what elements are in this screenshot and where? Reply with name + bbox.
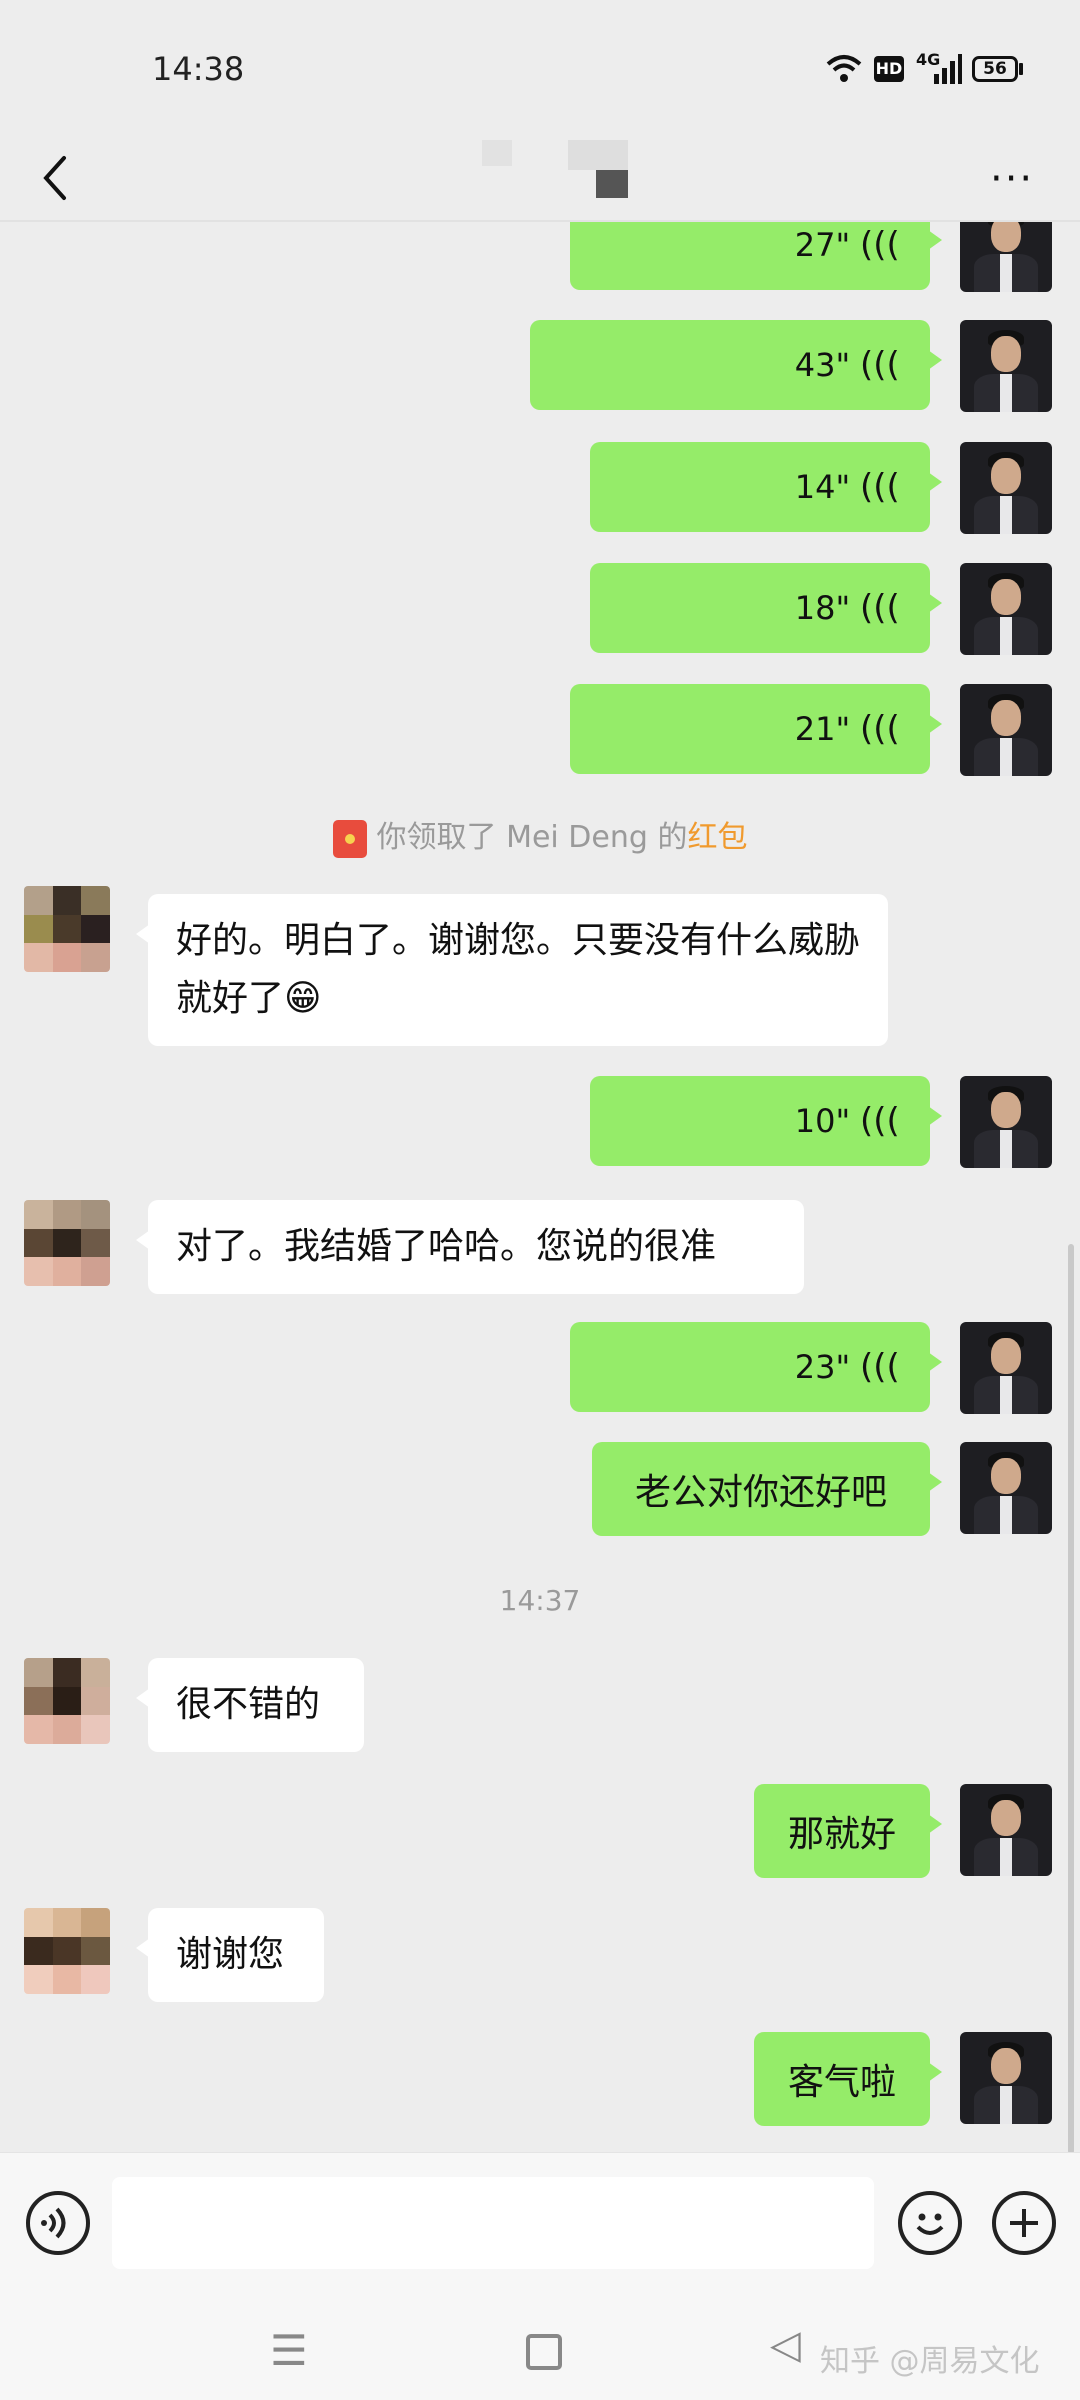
plus-icon[interactable] xyxy=(992,2191,1056,2255)
voice-input-icon[interactable] xyxy=(26,2191,90,2255)
avatar-self[interactable] xyxy=(960,1784,1052,1876)
message-row: 23"))) xyxy=(0,1322,1080,1414)
red-packet-notice: 你领取了 Mei Deng 的红包 xyxy=(0,812,1080,858)
system-nav-bar: ☰ ◁ 知乎 @周易文化 xyxy=(0,2302,1080,2400)
avatar-self[interactable] xyxy=(960,222,1052,292)
message-row: 18"))) xyxy=(0,563,1080,655)
avatar-contact[interactable] xyxy=(24,1200,110,1286)
message-row: 很不错的 xyxy=(0,1658,1080,1754)
voice-message-bubble[interactable]: 21"))) xyxy=(570,684,942,774)
notice-text: 你领取了 Mei Deng 的 xyxy=(376,820,688,855)
avatar-self[interactable] xyxy=(960,563,1052,655)
text-message-bubble[interactable]: 客气啦 xyxy=(754,2032,942,2126)
voice-wave-icon: ))) xyxy=(860,467,900,507)
message-row: 客气啦 xyxy=(0,2032,1080,2128)
text-message-bubble[interactable]: 很不错的 xyxy=(136,1658,364,1752)
voice-wave-icon: ))) xyxy=(860,345,900,385)
text-message-bubble[interactable]: 那就好 xyxy=(754,1784,942,1878)
voice-duration: 14" xyxy=(794,468,851,506)
avatar-self[interactable] xyxy=(960,442,1052,534)
message-row: 27"))) xyxy=(0,222,1080,292)
voice-wave-icon: ))) xyxy=(860,1101,900,1141)
message-row: 对了。我结婚了哈哈。您说的很准 xyxy=(0,1200,1080,1296)
avatar-contact[interactable] xyxy=(24,1908,110,1994)
battery-icon: 56 xyxy=(972,56,1018,82)
status-time: 14:38 xyxy=(152,50,245,88)
menu-icon[interactable]: ☰ xyxy=(270,2326,308,2375)
text-message-bubble[interactable]: 谢谢您 xyxy=(136,1908,324,2002)
voice-duration: 10" xyxy=(794,1102,851,1140)
timestamp: 14:37 xyxy=(499,1584,581,1617)
avatar-self[interactable] xyxy=(960,1076,1052,1168)
text-message-bubble[interactable]: 老公对你还好吧 xyxy=(592,1442,942,1536)
chat-title-blurred xyxy=(596,170,628,198)
chat-title-blurred xyxy=(482,140,512,166)
message-row: 10"))) xyxy=(0,1076,1080,1168)
voice-wave-icon: ))) xyxy=(860,588,900,628)
message-row: 那就好 xyxy=(0,1784,1080,1880)
chat-header: ··· xyxy=(0,140,1080,222)
voice-duration: 21" xyxy=(794,710,851,748)
avatar-self[interactable] xyxy=(960,1442,1052,1534)
voice-wave-icon: ))) xyxy=(860,225,900,265)
voice-wave-icon: ))) xyxy=(860,1347,900,1387)
home-icon[interactable] xyxy=(526,2334,562,2370)
chat-messages[interactable]: 27"))) 43"))) 14"))) 18"))) 21"))) 你领取了 … xyxy=(0,222,1080,2152)
voice-message-bubble[interactable]: 18"))) xyxy=(590,563,942,653)
text-message-bubble[interactable]: 对了。我结婚了哈哈。您说的很准 xyxy=(136,1200,804,1294)
battery-tip xyxy=(1019,63,1023,75)
message-input[interactable] xyxy=(112,2177,874,2269)
back-triangle-icon[interactable]: ◁ xyxy=(770,2322,801,2368)
emoji-icon[interactable] xyxy=(898,2191,962,2255)
avatar-self[interactable] xyxy=(960,320,1052,412)
voice-duration: 18" xyxy=(794,589,851,627)
input-bar xyxy=(0,2152,1080,2303)
avatar-contact[interactable] xyxy=(24,886,110,972)
signal-icon xyxy=(934,54,962,84)
avatar-self[interactable] xyxy=(960,684,1052,776)
avatar-contact[interactable] xyxy=(24,1658,110,1744)
voice-message-bubble[interactable]: 43"))) xyxy=(530,320,942,410)
red-packet-icon xyxy=(332,819,367,858)
voice-message-bubble[interactable]: 27"))) xyxy=(570,222,942,290)
voice-message-bubble[interactable]: 23"))) xyxy=(570,1322,942,1412)
more-dots-icon[interactable]: ··· xyxy=(990,156,1034,202)
voice-duration: 23" xyxy=(794,1348,851,1386)
voice-message-bubble[interactable]: 10"))) xyxy=(590,1076,942,1166)
message-row: 谢谢您 xyxy=(0,1908,1080,2004)
message-row: 好的。明白了。谢谢您。只要没有什么威胁就好了😁 xyxy=(0,886,1080,1046)
status-bar: 14:38 HD 4G 56 xyxy=(0,0,1080,140)
voice-duration: 27" xyxy=(794,226,851,264)
red-packet-link[interactable]: 红包 xyxy=(687,820,747,855)
avatar-self[interactable] xyxy=(960,1322,1052,1414)
message-row: 老公对你还好吧 xyxy=(0,1442,1080,1538)
avatar-self[interactable] xyxy=(960,2032,1052,2124)
voice-message-bubble[interactable]: 14"))) xyxy=(590,442,942,532)
chevron-left-icon[interactable] xyxy=(28,148,88,208)
message-row: 21"))) xyxy=(0,684,1080,776)
wifi-icon xyxy=(826,55,862,82)
hd-badge: HD xyxy=(874,56,904,82)
message-row: 14"))) xyxy=(0,442,1080,534)
chat-title-blurred xyxy=(568,140,628,170)
chat-scrollbar[interactable] xyxy=(1068,1244,1074,2154)
text-message-bubble[interactable]: 好的。明白了。谢谢您。只要没有什么威胁就好了😁 xyxy=(136,894,888,1046)
message-row: 43"))) xyxy=(0,320,1080,412)
voice-duration: 43" xyxy=(794,346,851,384)
watermark: 知乎 @周易文化 xyxy=(820,2344,1040,2379)
voice-wave-icon: ))) xyxy=(860,709,900,749)
